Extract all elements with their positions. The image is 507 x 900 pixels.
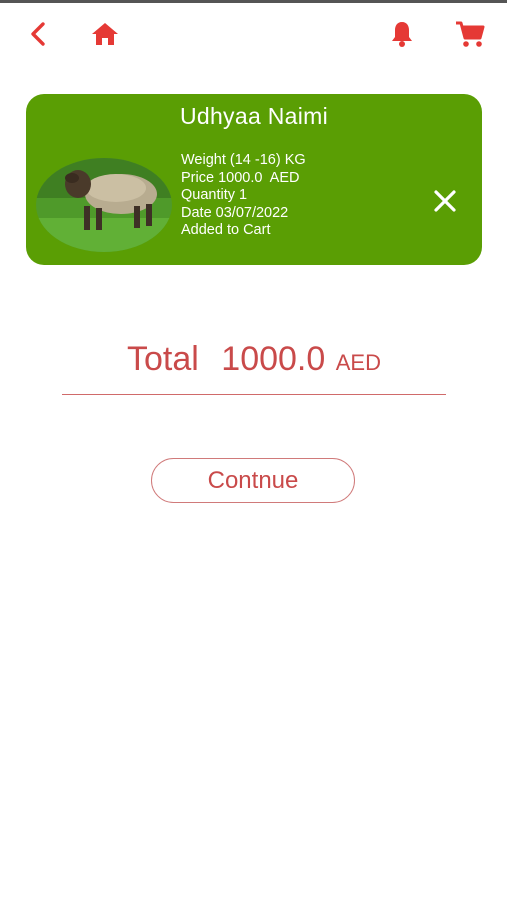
notifications-button[interactable]	[384, 16, 420, 52]
top-nav	[0, 0, 507, 70]
item-details: Weight (14 -16) KG Price 1000.0 AED Quan…	[181, 152, 306, 240]
home-button[interactable]	[87, 16, 123, 52]
close-icon	[434, 190, 456, 212]
item-photo	[36, 158, 172, 252]
cart-item-card: Udhyaa Naimi Weight (14 -16) KG Price 10…	[26, 94, 482, 265]
item-name: Udhyaa Naimi	[179, 103, 329, 129]
total-currency: AED	[335, 350, 381, 375]
item-weight: Weight (14 -16) KG	[181, 152, 306, 168]
cart-total: Total 1000.0 AED	[62, 340, 446, 395]
back-button[interactable]	[20, 16, 56, 52]
item-price: Price 1000.0 AED	[181, 169, 300, 186]
chevron-left-icon	[31, 22, 45, 46]
continue-button[interactable]: Contnue	[151, 458, 355, 503]
remove-item-button[interactable]	[428, 184, 462, 218]
total-label: Total	[127, 340, 199, 378]
item-quantity: Quantity 1	[181, 187, 248, 203]
bell-icon	[392, 22, 412, 47]
home-icon	[92, 23, 118, 45]
cart-button[interactable]	[452, 16, 488, 52]
cart-icon	[456, 21, 485, 47]
sheep-image	[36, 158, 172, 252]
item-status: Added to Cart	[181, 222, 271, 238]
item-date: Date 03/07/2022	[181, 204, 289, 221]
total-amount: 1000.0	[221, 340, 326, 378]
